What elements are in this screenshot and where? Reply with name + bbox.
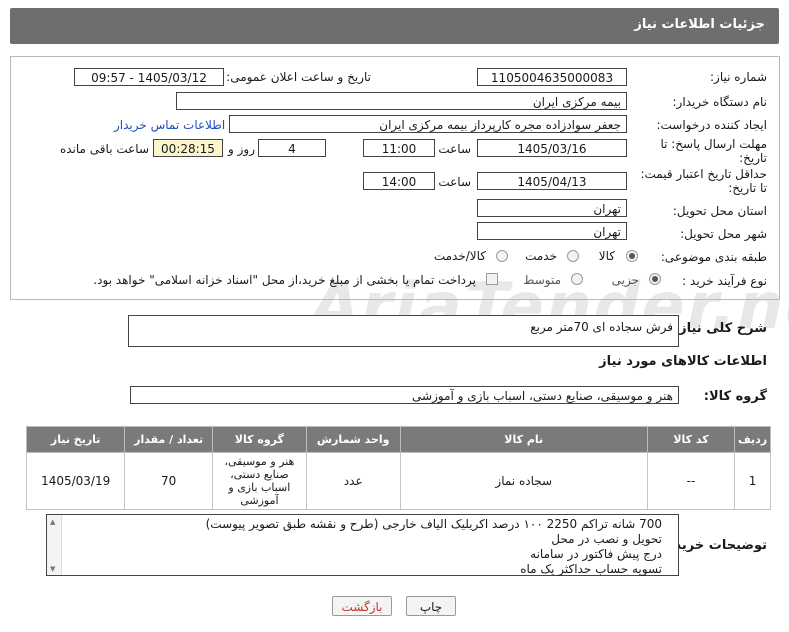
category-goods-radio[interactable]: [626, 250, 638, 262]
cell-code: --: [646, 452, 736, 510]
category-label: طبقه بندی موضوعی:: [660, 250, 767, 264]
notes-scrollbar[interactable]: ▲ ▼: [47, 515, 62, 575]
cell-name: سجاده نماز: [399, 452, 648, 510]
notes-line-1: 700 شانه تراکم 2250 ۱۰۰ درصد اکریلیک الی…: [205, 517, 662, 531]
creator-label: ایجاد کننده درخواست:: [656, 118, 767, 132]
need-description-label: شرح کلی نیاز:: [673, 321, 767, 336]
process-medium-label: متوسط: [523, 273, 561, 287]
need-description-field[interactable]: فرش سجاده ای 70متر مربع: [128, 315, 679, 347]
days-remaining-field: 4: [258, 139, 326, 157]
cell-group: هنر و موسیقی، صنایع دستی، اسباب بازی و آ…: [211, 452, 307, 510]
deadline-date-field: 1405/03/16: [477, 139, 627, 157]
category-goods-label: کالا: [598, 249, 615, 263]
table-header-row: ردیف کد کالا نام کالا واحد شمارش گروه کا…: [25, 426, 771, 453]
buyer-org-field: بیمه مرکزی ایران: [176, 92, 627, 110]
process-label: نوع فرآیند خرید :: [682, 274, 767, 288]
goods-group-label: گروه کالا:: [703, 389, 767, 404]
treasury-payment-checkbox[interactable]: [486, 273, 498, 285]
page-header: جزئیات اطلاعات نیاز: [10, 8, 779, 44]
cell-index: 1: [734, 452, 771, 510]
goods-group-field: هنر و موسیقی، صنایع دستی، اسباب بازی و آ…: [130, 386, 679, 404]
col-code: کد کالا: [646, 426, 736, 453]
deadline-time-label: ساعت: [438, 142, 471, 156]
col-unit: واحد شمارش: [305, 426, 401, 453]
print-button[interactable]: چاپ: [406, 596, 456, 616]
need-details-page: AriaTender.net جزئیات اطلاعات نیاز شماره…: [0, 0, 789, 632]
announce-datetime-field: 1405/03/12 - 09:57: [74, 68, 224, 86]
city-field: تهران: [477, 222, 627, 240]
back-button[interactable]: بازگشت: [332, 596, 392, 616]
need-number-field: 1105004635000083: [477, 68, 627, 86]
category-goods-service-radio[interactable]: [496, 250, 508, 262]
process-minor-label: جزیی: [611, 273, 639, 287]
need-number-label: شماره نیاز:: [710, 70, 767, 84]
province-field: تهران: [477, 199, 627, 217]
col-index: ردیف: [734, 426, 771, 453]
city-label: شهر محل تحویل:: [680, 227, 767, 241]
col-group: گروه کالا: [211, 426, 307, 453]
page-title: جزئیات اطلاعات نیاز: [634, 17, 765, 32]
notes-line-4: تسویه حساب حداکثر یک ماه: [520, 562, 662, 576]
col-date: تاریخ نیاز: [25, 426, 126, 453]
validity-time-label: ساعت: [438, 175, 471, 189]
remaining-time-label: ساعت باقی مانده: [59, 142, 149, 156]
goods-table: ردیف کد کالا نام کالا واحد شمارش گروه کا…: [25, 426, 771, 510]
deadline-time-field: 11:00: [363, 139, 435, 157]
col-name: نام کالا: [399, 426, 648, 453]
validity-label: حداقل تاریخ اعتبار قیمت:: [640, 167, 767, 181]
days-label: روز و: [228, 142, 255, 156]
category-service-radio[interactable]: [567, 250, 579, 262]
col-qty: تعداد / مقدار: [124, 426, 213, 453]
treasury-payment-note: پرداخت تمام یا بخشی از مبلغ خرید،از محل …: [93, 273, 476, 287]
creator-field: جعفر سوادزاده مجره کارپرداز بیمه مرکزی ا…: [229, 115, 627, 133]
notes-line-3: درج پیش فاکتور در سامانه: [530, 547, 662, 561]
scroll-down-icon[interactable]: ▼: [50, 565, 55, 573]
category-service-label: خدمت: [525, 249, 557, 263]
scroll-up-icon[interactable]: ▲: [50, 518, 55, 526]
category-goods-service-label: کالا/خدمت: [433, 249, 486, 263]
buyer-notes-field[interactable]: ▲ ▼ 700 شانه تراکم 2250 ۱۰۰ درصد اکریلیک…: [46, 514, 679, 576]
table-row: 1 -- سجاده نماز عدد هنر و موسیقی، صنایع …: [25, 452, 771, 510]
validity-date-field: 1405/04/13: [477, 172, 627, 190]
deadline-label: مهلت ارسال پاسخ: تا: [660, 137, 767, 151]
announce-datetime-label: تاریخ و ساعت اعلان عمومی:: [226, 70, 371, 84]
province-label: استان محل تحویل:: [672, 204, 767, 218]
process-minor-radio[interactable]: [649, 273, 661, 285]
cell-date: 1405/03/19: [25, 452, 126, 510]
goods-info-title: اطلاعات کالاهای مورد نیاز: [599, 354, 767, 369]
buyer-contact-link[interactable]: اطلاعات تماس خریدار: [114, 118, 225, 132]
buyer-org-label: نام دستگاه خریدار:: [672, 95, 768, 109]
process-medium-radio[interactable]: [571, 273, 583, 285]
validity-time-field: 14:00: [363, 172, 435, 190]
remaining-time-field: 00:28:15: [153, 139, 223, 157]
notes-line-2: تحویل و نصب در محل: [551, 532, 662, 546]
deadline-label-date: تاریخ:: [739, 151, 767, 165]
validity-label-date: تا تاریخ:: [728, 181, 767, 195]
cell-unit: عدد: [305, 452, 401, 510]
cell-qty: 70: [124, 452, 213, 510]
